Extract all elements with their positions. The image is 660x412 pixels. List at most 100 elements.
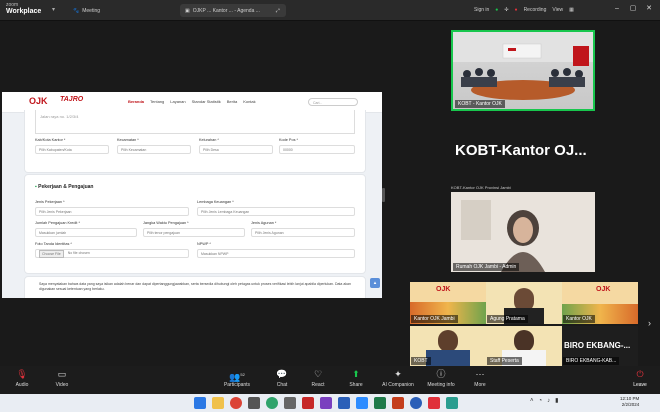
volume-icon[interactable]: ♪ <box>547 398 550 404</box>
system-tray: ˄ ◔ ♪ ▮ <box>530 397 558 405</box>
chevron-right-icon[interactable]: › <box>648 318 651 328</box>
participants-icon: 👥52 <box>229 372 245 382</box>
minimize-icon[interactable]: – <box>610 3 624 15</box>
share-button[interactable]: ⬆ Share <box>336 369 376 393</box>
ojk-logo[interactable]: OJK <box>29 96 48 106</box>
clock[interactable]: 12:10 PM 2/2/2024 <box>620 396 639 408</box>
field-label: Lembaga Keuangan * <box>197 200 234 204</box>
nav-tentang[interactable]: Tentang <box>150 99 164 104</box>
person-head <box>514 330 534 352</box>
person-body <box>426 350 470 366</box>
lembaga-select[interactable]: Pilih Jenis Lembaga Keuangan <box>197 207 355 216</box>
file-input[interactable]: Choose File No file chosen <box>35 249 189 258</box>
tenor-select[interactable]: Pilih tenor pengajuan <box>143 228 245 237</box>
participant-name: Kantor OJK Jambi <box>411 315 458 323</box>
paw-icon: 🐾 <box>73 7 80 14</box>
react-button[interactable]: ♡ React <box>298 369 338 393</box>
tab-shared-label: OJKP ... Kantor ... - Agenda ... <box>192 7 260 14</box>
file-explorer-icon[interactable] <box>212 397 224 409</box>
ai-companion-button[interactable]: ✦ AI Companion <box>376 369 420 393</box>
video-button[interactable]: ▭ Video <box>42 369 82 393</box>
video-tile-active-speaker[interactable]: KOBT - Kantor OJK <box>451 30 595 111</box>
close-icon[interactable]: ✕ <box>642 3 656 15</box>
participant-name: Agung Pratama <box>487 315 528 323</box>
app-icon[interactable] <box>248 397 260 409</box>
video-tile[interactable]: Staff Peserta <box>486 326 562 366</box>
person-head <box>438 330 458 352</box>
app-icon[interactable] <box>266 397 278 409</box>
battery-icon[interactable]: ▮ <box>555 397 558 404</box>
meeting-info-button[interactable]: ⓘ Meeting info <box>420 369 462 393</box>
app-icon[interactable] <box>446 397 458 409</box>
popout-icon[interactable]: ⤢ <box>276 8 280 14</box>
website-nav: Beranda Tentang Layanan Standar Statisti… <box>128 99 256 104</box>
audio-label: Audio <box>15 382 29 388</box>
more-button[interactable]: ⋯ More <box>460 369 500 393</box>
npwp-input[interactable]: Masukkan NPWP <box>197 249 355 258</box>
search-input[interactable]: Cari... <box>308 98 358 106</box>
app-icon[interactable] <box>284 397 296 409</box>
chat-button[interactable]: 💬 Chat <box>262 369 302 393</box>
maximize-icon[interactable]: ▢ <box>626 3 640 15</box>
sign-in-link[interactable]: Sign in <box>474 7 489 13</box>
share-label: Share <box>349 382 363 388</box>
nav-berita[interactable]: Berita <box>227 99 237 104</box>
info-icon: ⓘ <box>436 369 446 379</box>
shield-icon[interactable]: ● <box>495 7 498 13</box>
zoom-icon[interactable] <box>356 397 368 409</box>
app-icon[interactable] <box>302 397 314 409</box>
video-tile[interactable]: OJK Kantor OJK <box>562 282 638 324</box>
address-textarea[interactable]: Jalan raya no. 1/2/3/4 <box>35 110 355 134</box>
start-icon[interactable] <box>194 397 206 409</box>
pekerjaan-select[interactable]: Pilih Jenis Pekerjaan <box>35 207 189 216</box>
jumlah-input[interactable]: Masukkan jumlah <box>35 228 137 237</box>
kecamatan-select[interactable]: Pilih Kecamatan <box>117 145 191 154</box>
excel-icon[interactable] <box>374 397 386 409</box>
app-icon[interactable] <box>320 397 332 409</box>
agunan-select[interactable]: Pilih Jenis Agunan <box>251 228 355 237</box>
powerpoint-icon[interactable] <box>392 397 404 409</box>
video-tile[interactable]: OJK Kantor OJK Jambi <box>410 282 486 324</box>
audio-button[interactable]: 🎙 Audio <box>2 369 42 393</box>
chevron-up-icon[interactable]: ˄ <box>530 398 534 404</box>
video-tile[interactable]: KOBT <box>410 326 486 366</box>
nav-standar[interactable]: Standar Statistik <box>192 99 221 104</box>
word-icon[interactable] <box>338 397 350 409</box>
react-label: React <box>311 382 325 388</box>
app-icon[interactable] <box>428 397 440 409</box>
ojk-logo: OJK <box>596 286 611 293</box>
scroll-top-button[interactable]: ▴ <box>370 278 380 288</box>
recording-icon: ● <box>514 7 518 13</box>
choose-file-button[interactable]: Choose File <box>39 249 64 258</box>
apps-icon[interactable]: ✣ <box>504 7 508 13</box>
chat-label: Chat <box>276 382 288 388</box>
nav-layanan[interactable]: Layanan <box>170 99 185 104</box>
video-tile[interactable]: Agung Pratama <box>486 282 562 324</box>
splitter-handle[interactable] <box>382 188 385 202</box>
chrome-icon[interactable] <box>230 397 242 409</box>
field-label: Kelurahan * <box>199 138 219 142</box>
wifi-icon[interactable]: ◔ <box>539 398 543 404</box>
video-tile-participant[interactable]: Rumah OJK Jambi - Admin <box>451 192 595 272</box>
windows-taskbar: ˄ ◔ ♪ ▮ 12:10 PM 2/2/2024 <box>0 394 660 412</box>
nav-beranda[interactable]: Beranda <box>128 99 144 104</box>
more-label: More <box>474 382 486 388</box>
nav-kontak[interactable]: Kontak <box>243 99 255 104</box>
kelurahan-select[interactable]: Pilih Desa <box>199 145 273 154</box>
tile-header: KOBT-Kantor OJK Provinsi Jambi <box>451 185 511 190</box>
leave-button[interactable]: ⏻ Leave <box>620 369 660 393</box>
tab-shared-screen[interactable]: ▣ OJKP ... Kantor ... - Agenda ... ⤢ <box>180 4 286 17</box>
edge-icon[interactable] <box>410 397 422 409</box>
participants-button[interactable]: 👥52 Participants <box>216 369 258 393</box>
titlebar-right: Sign in ● ✣ ● Recording View ▦ <box>474 4 574 16</box>
chevron-down-icon[interactable]: ▾ <box>52 6 55 13</box>
recording-label[interactable]: Recording <box>524 7 547 13</box>
kodepos-input[interactable]: 00000 <box>279 145 355 154</box>
kota-select[interactable]: Pilih Kabupaten/Kota <box>35 145 109 154</box>
participant-name: Staff Peserta <box>487 357 522 365</box>
section-title-text: Pekerjaan & Pengajuan <box>38 184 94 190</box>
view-button[interactable]: View <box>552 7 563 13</box>
view-grid-icon[interactable]: ▦ <box>569 7 574 13</box>
tab-meeting[interactable]: 🐾 Meeting <box>68 4 168 17</box>
share-icon: ⬆ <box>352 369 360 379</box>
